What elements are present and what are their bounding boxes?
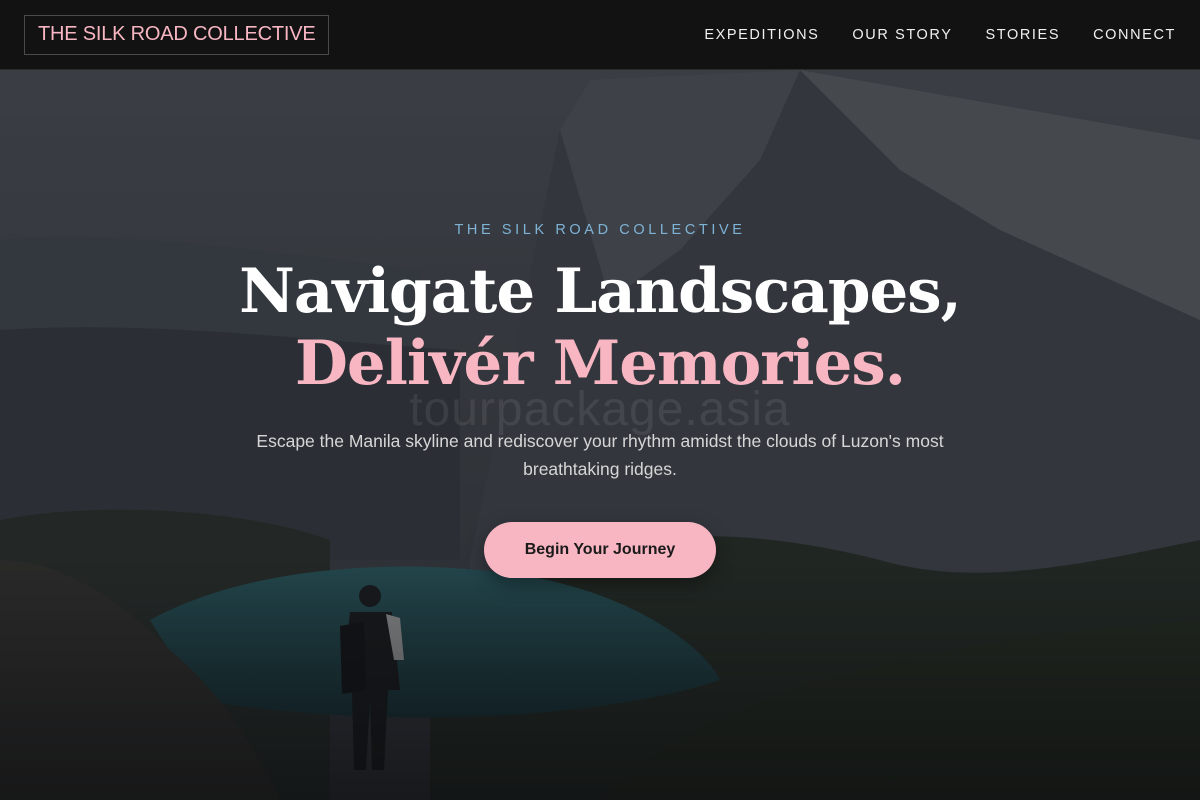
nav-link-stories[interactable]: STORIES	[986, 27, 1061, 43]
begin-journey-button[interactable]: Begin Your Journey	[484, 522, 716, 578]
nav-link-expeditions[interactable]: EXPEDITIONS	[704, 27, 819, 43]
nav-link-our-story[interactable]: OUR STORY	[852, 27, 952, 43]
page: tourpackage.asia THE SILK ROAD COLLECTIV…	[0, 0, 1200, 800]
nav-links: EXPEDITIONS OUR STORY STORIES CONNECT	[704, 27, 1176, 43]
nav-link-connect[interactable]: CONNECT	[1093, 27, 1176, 43]
brand-logo-link[interactable]: THE SILK ROAD COLLECTIVE	[24, 14, 329, 55]
hero-headline: Navigate Landscapes, Delivér Memories.	[0, 256, 1200, 400]
hero-subtitle: Escape the Manila skyline and rediscover…	[256, 431, 944, 479]
hero-headline-line1: Navigate Landscapes,	[239, 256, 962, 327]
top-navbar: THE SILK ROAD COLLECTIVE EXPEDITIONS OUR…	[0, 0, 1200, 70]
hero-eyebrow: THE SILK ROAD COLLECTIVE	[454, 222, 746, 238]
hero-section: THE SILK ROAD COLLECTIVE Navigate Landsc…	[0, 0, 1200, 800]
hero-headline-line2: Delivér Memories.	[295, 328, 906, 399]
